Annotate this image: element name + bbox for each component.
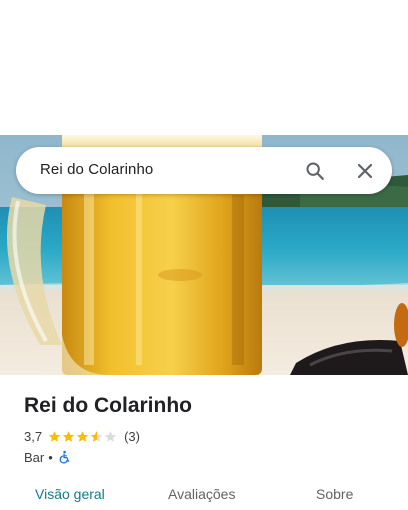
category-row: Bar • [24, 448, 394, 466]
star-empty-icon [104, 430, 117, 442]
star-full-icon [76, 430, 89, 442]
search-input[interactable]: Rei do Colarinho [40, 161, 153, 178]
tab-about[interactable]: Sobre [316, 486, 353, 502]
tab-reviews[interactable]: Avaliações [168, 486, 235, 502]
star-full-icon [62, 430, 75, 442]
rating-value: 3,7 [24, 428, 43, 444]
separator-dot: • [48, 449, 53, 465]
search-button[interactable] [300, 156, 330, 186]
place-info: Rei do Colarinho 3,7 (3) Bar • [24, 392, 394, 466]
place-tabs: Visão geral Avaliações Sobre [0, 478, 408, 510]
search-bar[interactable]: Rei do Colarinho [16, 147, 392, 194]
wheelchair-accessible-icon[interactable] [57, 450, 71, 464]
clear-search-button[interactable] [350, 156, 380, 186]
rating-stars [48, 430, 118, 443]
star-half-icon [90, 430, 103, 442]
review-count[interactable]: (3) [124, 429, 140, 444]
place-panel: Rei do Colarinho Rei do Colarinho 3,7 (3… [0, 0, 408, 510]
place-category[interactable]: Bar [24, 450, 44, 465]
place-title: Rei do Colarinho [24, 394, 192, 417]
tab-overview[interactable]: Visão geral [35, 486, 105, 502]
star-full-icon [48, 430, 61, 442]
rating-row[interactable]: 3,7 (3) [24, 427, 394, 445]
close-icon [357, 163, 373, 179]
search-icon [306, 162, 324, 180]
